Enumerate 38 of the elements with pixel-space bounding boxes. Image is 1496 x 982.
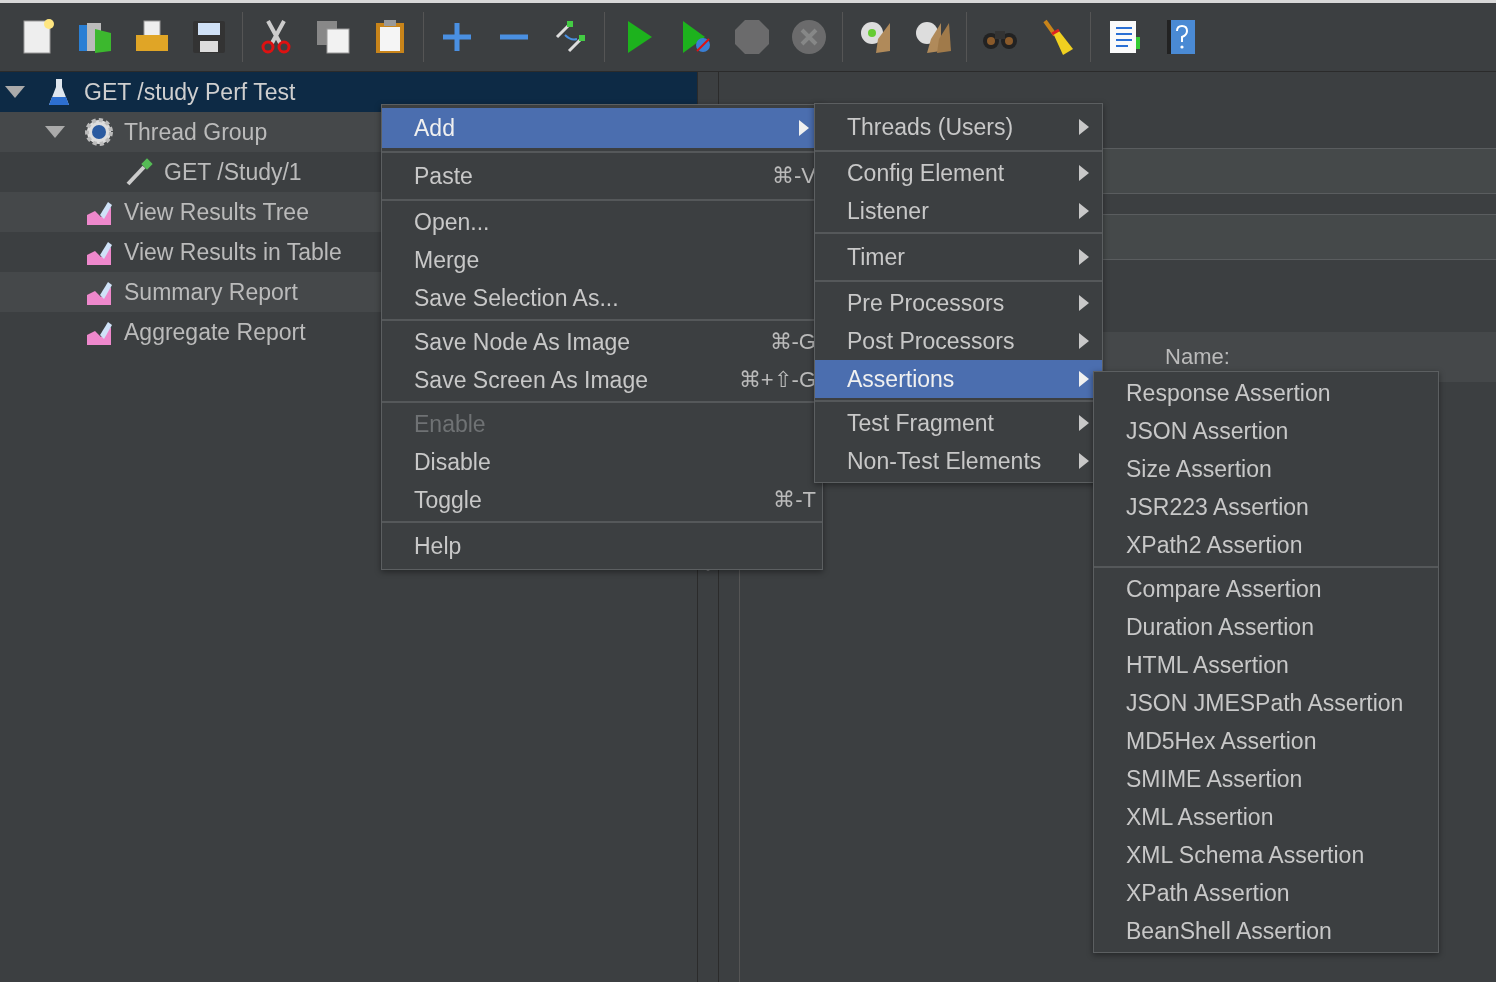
submenu-arrow-icon bbox=[1078, 202, 1090, 220]
submenu-arrow-icon bbox=[1078, 414, 1090, 432]
expand-arrow-icon[interactable] bbox=[44, 125, 66, 139]
shutdown-icon[interactable] bbox=[789, 17, 829, 57]
menu-item[interactable]: JSON JMESPath Assertion bbox=[1094, 684, 1438, 722]
menu-item[interactable]: Toggle ⌘-T bbox=[382, 481, 822, 519]
submenu-arrow-icon bbox=[1078, 452, 1090, 470]
submenu-arrow-icon bbox=[1078, 370, 1090, 388]
menu-item[interactable]: Timer bbox=[815, 237, 1102, 277]
submenu-arrow-icon bbox=[1078, 248, 1090, 266]
menu-item[interactable]: HTML Assertion bbox=[1094, 646, 1438, 684]
tree-item[interactable]: GET /study Perf Test bbox=[0, 72, 697, 112]
submenu-arrow-icon bbox=[1078, 294, 1090, 312]
submenu-arrow-icon bbox=[1078, 332, 1090, 350]
menu-item[interactable]: BeanShell Assertion bbox=[1094, 912, 1438, 950]
menu-item[interactable]: MD5Hex Assertion bbox=[1094, 722, 1438, 760]
submenu-arrow-icon bbox=[1078, 118, 1090, 136]
shortcut-text: ⌘-T bbox=[773, 487, 816, 513]
menu-item[interactable]: JSR223 Assertion bbox=[1094, 488, 1438, 526]
menu-item[interactable]: Compare Assertion bbox=[1094, 570, 1438, 608]
menu-item[interactable]: Assertions bbox=[815, 360, 1102, 398]
menu-item[interactable]: Pre Processors bbox=[815, 284, 1102, 322]
menu-item[interactable]: Help bbox=[382, 526, 822, 566]
submenu-arrow-icon bbox=[798, 119, 810, 137]
gear-icon bbox=[84, 117, 114, 147]
menu-item[interactable]: Listener bbox=[815, 192, 1102, 230]
expand-arrow-icon[interactable] bbox=[4, 85, 26, 99]
menu-item[interactable]: XML Assertion bbox=[1094, 798, 1438, 836]
menu-item[interactable]: XML Schema Assertion bbox=[1094, 836, 1438, 874]
menu-item[interactable]: XPath Assertion bbox=[1094, 874, 1438, 912]
menu-item[interactable]: Duration Assertion bbox=[1094, 608, 1438, 646]
shortcut-text: ⌘-G bbox=[769, 329, 816, 355]
submenu-arrow-icon bbox=[1078, 164, 1090, 182]
menu-item[interactable]: XPath2 Assertion bbox=[1094, 526, 1438, 564]
pipette-icon bbox=[124, 157, 154, 187]
menu-item[interactable]: SMIME Assertion bbox=[1094, 760, 1438, 798]
menu-item[interactable]: Config Element bbox=[815, 154, 1102, 192]
shortcut-text: ⌘-V bbox=[772, 163, 816, 189]
